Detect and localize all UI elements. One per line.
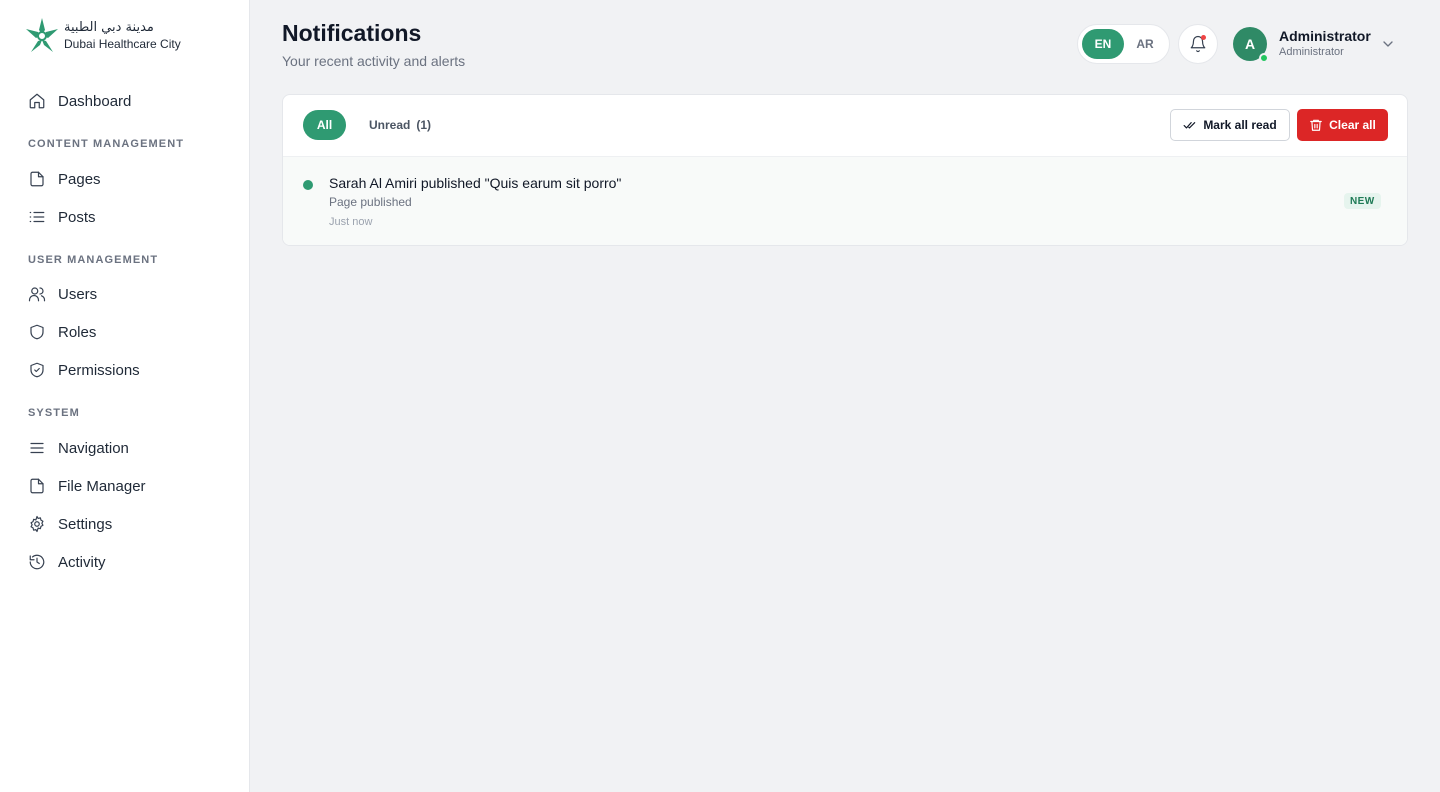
file-icon bbox=[28, 170, 46, 188]
sidebar-item-label: Navigation bbox=[58, 439, 129, 457]
lang-en-button[interactable]: EN bbox=[1082, 29, 1124, 59]
sidebar-item-label: Activity bbox=[58, 553, 106, 571]
sidebar-item-pages[interactable]: Pages bbox=[28, 167, 101, 191]
shield-check-icon bbox=[28, 361, 46, 379]
notification-subtitle: Page published bbox=[329, 195, 412, 209]
tab-unread-label: Unread bbox=[369, 118, 411, 132]
sidebar-item-navigation[interactable]: Navigation bbox=[28, 436, 129, 460]
notification-title: Sarah Al Amiri published "Quis earum sit… bbox=[329, 175, 622, 191]
lang-ar-button[interactable]: AR bbox=[1124, 29, 1166, 59]
file-icon bbox=[28, 477, 46, 495]
unread-indicator-dot bbox=[303, 180, 313, 190]
online-status-dot bbox=[1259, 53, 1269, 63]
chevron-down-icon[interactable] bbox=[1380, 36, 1396, 52]
sidebar-item-roles[interactable]: Roles bbox=[28, 320, 96, 344]
sidebar-item-file-manager[interactable]: File Manager bbox=[28, 474, 146, 498]
trash-icon bbox=[1310, 119, 1322, 131]
mark-all-read-button[interactable]: Mark all read bbox=[1170, 109, 1290, 141]
sidebar-item-settings[interactable]: Settings bbox=[28, 512, 112, 536]
sidebar: مدينة دبي الطبية Dubai Healthcare City D… bbox=[0, 0, 250, 792]
sidebar-item-users[interactable]: Users bbox=[28, 282, 97, 306]
sidebar-item-label: File Manager bbox=[58, 477, 146, 495]
page-subtitle: Your recent activity and alerts bbox=[282, 53, 466, 69]
sidebar-item-label: Posts bbox=[58, 208, 96, 226]
sidebar-item-posts[interactable]: Posts bbox=[28, 205, 96, 229]
new-badge: NEW bbox=[1344, 193, 1381, 209]
clear-all-button[interactable]: Clear all bbox=[1297, 109, 1388, 141]
brand-name-arabic: مدينة دبي الطبية bbox=[64, 20, 154, 35]
tab-all[interactable]: All bbox=[303, 110, 346, 140]
sidebar-item-label: Roles bbox=[58, 323, 97, 341]
sidebar-item-label: Users bbox=[58, 285, 98, 303]
user-name[interactable]: Administrator bbox=[1279, 28, 1371, 44]
history-icon bbox=[28, 553, 46, 571]
user-role: Administrator bbox=[1279, 46, 1344, 58]
home-icon bbox=[28, 92, 46, 110]
notifications-button[interactable] bbox=[1178, 24, 1218, 64]
brand-logo[interactable]: مدينة دبي الطبية Dubai Healthcare City bbox=[24, 16, 184, 56]
notifications-card: All Unread (1) Mark all read Clear all S… bbox=[282, 94, 1408, 246]
sidebar-item-permissions[interactable]: Permissions bbox=[28, 358, 140, 382]
section-title-system: SYSTEM bbox=[28, 407, 80, 419]
clear-all-label: Clear all bbox=[1329, 118, 1376, 132]
section-title-content-management: CONTENT MANAGEMENT bbox=[28, 138, 185, 150]
language-switcher: EN AR bbox=[1077, 24, 1170, 64]
double-check-icon bbox=[1183, 122, 1196, 129]
menu-icon bbox=[28, 439, 46, 457]
star-logo-icon bbox=[26, 18, 58, 52]
sidebar-item-label: Dashboard bbox=[58, 92, 132, 110]
sidebar-item-label: Pages bbox=[58, 170, 101, 188]
notification-time: Just now bbox=[329, 216, 373, 228]
notification-item[interactable]: Sarah Al Amiri published "Quis earum sit… bbox=[283, 156, 1407, 245]
mark-all-read-label: Mark all read bbox=[1203, 118, 1277, 132]
page-title: Notifications bbox=[282, 20, 422, 46]
brand-name-english: Dubai Healthcare City bbox=[64, 37, 181, 51]
section-title-user-management: USER MANAGEMENT bbox=[28, 254, 159, 266]
users-icon bbox=[28, 285, 46, 303]
tab-unread[interactable]: Unread (1) bbox=[357, 110, 443, 140]
shield-icon bbox=[28, 323, 46, 341]
bell-unread-dot bbox=[1201, 35, 1206, 40]
unread-count: (1) bbox=[416, 118, 432, 132]
list-icon bbox=[28, 208, 46, 226]
sidebar-item-activity[interactable]: Activity bbox=[28, 550, 106, 574]
sidebar-item-label: Permissions bbox=[58, 361, 140, 379]
sidebar-item-label: Settings bbox=[58, 515, 113, 533]
sidebar-item-dashboard[interactable]: Dashboard bbox=[28, 89, 131, 113]
gear-icon bbox=[28, 515, 46, 533]
